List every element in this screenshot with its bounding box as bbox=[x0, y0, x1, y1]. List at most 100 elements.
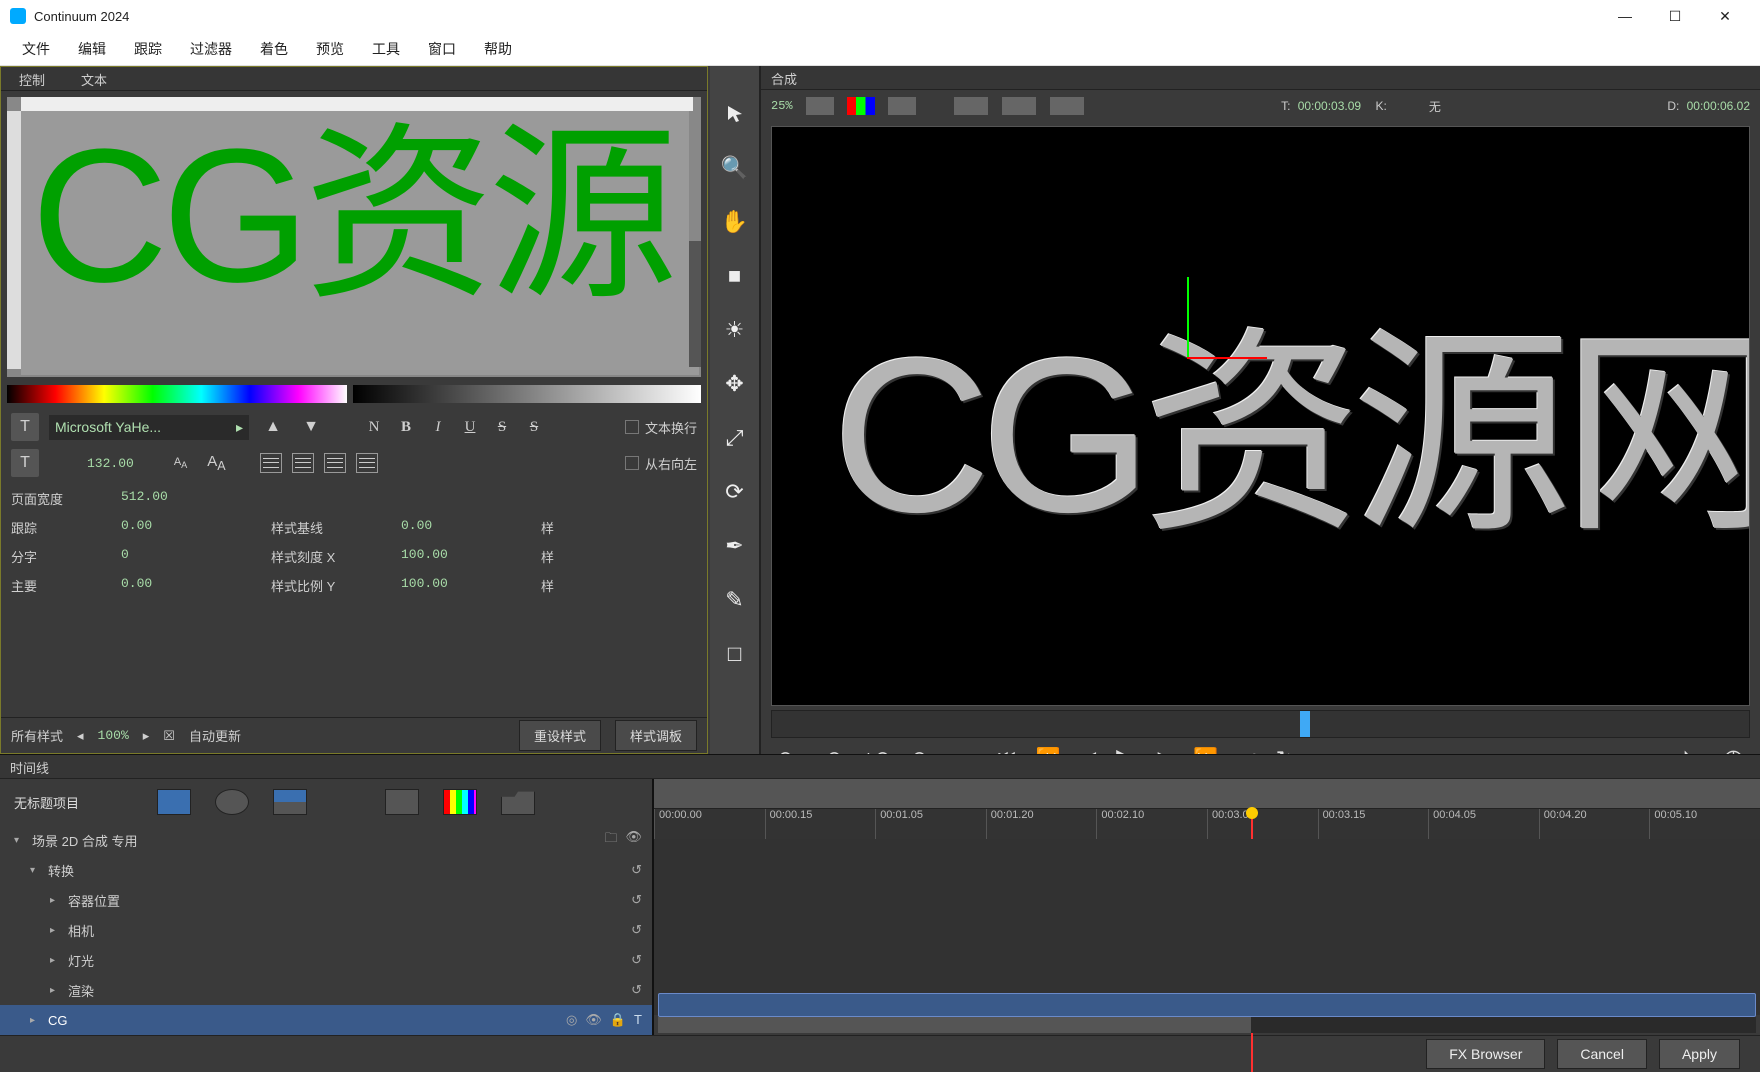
tree-folder-icon[interactable]: 🗀 bbox=[604, 829, 617, 851]
sphere-mode-icon[interactable] bbox=[215, 789, 249, 815]
font-size-field[interactable]: 132.00 bbox=[87, 456, 134, 471]
reset-icon[interactable]: ↺ bbox=[631, 862, 642, 878]
target-icon[interactable]: ◎ bbox=[566, 1012, 577, 1028]
channel-a-icon[interactable] bbox=[888, 97, 916, 115]
align-left[interactable] bbox=[260, 453, 282, 473]
pencil-icon[interactable]: ✎ bbox=[717, 582, 753, 618]
viewer-scrubber[interactable] bbox=[771, 710, 1750, 738]
solid-icon[interactable] bbox=[385, 789, 419, 815]
style-underline[interactable]: U bbox=[459, 419, 481, 436]
work-area-bar[interactable] bbox=[654, 779, 1760, 809]
display-mode-icon[interactable] bbox=[954, 97, 988, 115]
tree-cg-layer[interactable]: CG bbox=[48, 1013, 68, 1028]
timeline-scrollbar[interactable] bbox=[658, 1017, 1756, 1033]
list-mode-icon[interactable] bbox=[273, 789, 307, 815]
viewer[interactable]: CG资源网 bbox=[771, 126, 1750, 706]
zoom-icon[interactable]: 🔍 bbox=[717, 150, 753, 186]
menu-filter[interactable]: 过滤器 bbox=[176, 35, 246, 63]
auto-update-check[interactable]: ☒ bbox=[163, 728, 175, 744]
folder-icon[interactable] bbox=[501, 789, 535, 815]
size-up-icon[interactable]: ▲ bbox=[259, 413, 287, 441]
reset-style-button[interactable]: 重设样式 bbox=[519, 720, 601, 751]
menu-track[interactable]: 跟踪 bbox=[120, 35, 176, 63]
scale-icon[interactable]: ⤢ bbox=[717, 420, 753, 456]
hue-slider[interactable] bbox=[7, 385, 347, 403]
menu-file[interactable]: 文件 bbox=[8, 35, 64, 63]
move-icon[interactable]: ✥ bbox=[717, 366, 753, 402]
viewer-zoom[interactable]: 25% bbox=[771, 99, 793, 113]
tree-light[interactable]: 灯光 bbox=[68, 951, 94, 970]
time-ruler[interactable]: 00:00.00 00:00.15 00:01.05 00:01.20 00:0… bbox=[654, 809, 1760, 839]
close-button[interactable]: ✕ bbox=[1700, 0, 1750, 32]
tree-transform[interactable]: 转换 bbox=[48, 861, 74, 880]
canvas-scrollbar[interactable] bbox=[689, 111, 701, 367]
grid-icon[interactable] bbox=[1050, 97, 1084, 115]
tree-head[interactable]: 场景 2D 合成 专用 bbox=[32, 831, 137, 850]
style-normal[interactable]: N bbox=[363, 419, 385, 436]
tree-eye-icon[interactable]: 👁 bbox=[625, 829, 642, 851]
tab-control[interactable]: 控制 bbox=[1, 67, 63, 90]
panel-zoom[interactable]: 100% bbox=[98, 728, 129, 743]
size-small-icon[interactable]: AA bbox=[174, 456, 187, 470]
tab-text[interactable]: 文本 bbox=[63, 67, 125, 90]
reset-icon[interactable]: ↺ bbox=[631, 982, 642, 998]
menu-shade[interactable]: 着色 bbox=[246, 35, 302, 63]
colorbars-icon[interactable] bbox=[443, 789, 477, 815]
rect-icon[interactable]: □ bbox=[717, 636, 753, 672]
align-right[interactable] bbox=[324, 453, 346, 473]
size-down-icon[interactable]: ▼ bbox=[297, 413, 325, 441]
tracks-area[interactable] bbox=[654, 839, 1760, 1015]
wrap-checkbox[interactable] bbox=[625, 420, 639, 434]
font-family-dropdown[interactable]: Microsoft YaHe...▸ bbox=[49, 415, 249, 440]
luminance-slider[interactable] bbox=[353, 385, 701, 403]
channel-y-icon[interactable] bbox=[806, 97, 834, 115]
maximize-button[interactable]: ☐ bbox=[1650, 0, 1700, 32]
reset-icon[interactable]: ↺ bbox=[631, 922, 642, 938]
style-palette-button[interactable]: 样式调板 bbox=[615, 720, 697, 751]
minimize-button[interactable]: — bbox=[1600, 0, 1650, 32]
menu-window[interactable]: 窗口 bbox=[414, 35, 470, 63]
leading-field[interactable]: 0.00 bbox=[121, 576, 271, 595]
tree-camera[interactable]: 相机 bbox=[68, 921, 94, 940]
safe-area-icon[interactable] bbox=[1002, 97, 1036, 115]
style-italic[interactable]: I bbox=[427, 419, 449, 436]
style-base-field[interactable]: 0.00 bbox=[401, 518, 541, 537]
text-layer-icon[interactable]: T bbox=[634, 1012, 642, 1028]
style-strike2[interactable]: S bbox=[523, 419, 545, 436]
text-canvas[interactable]: CG资源 bbox=[7, 97, 701, 377]
light-icon[interactable]: ☀ bbox=[717, 312, 753, 348]
tracking-field[interactable]: 0.00 bbox=[121, 518, 271, 537]
kerning-field[interactable]: 0 bbox=[121, 547, 271, 566]
menu-tools[interactable]: 工具 bbox=[358, 35, 414, 63]
pointer-icon[interactable] bbox=[717, 96, 753, 132]
text-style-icon[interactable]: T bbox=[11, 449, 39, 477]
reset-icon[interactable]: ↺ bbox=[631, 952, 642, 968]
align-justify[interactable] bbox=[356, 453, 378, 473]
pan-icon[interactable]: ✋ bbox=[717, 204, 753, 240]
menu-help[interactable]: 帮助 bbox=[470, 35, 526, 63]
cg-clip[interactable] bbox=[658, 993, 1756, 1017]
page-width-field[interactable]: 512.00 bbox=[121, 489, 271, 508]
cancel-button[interactable]: Cancel bbox=[1557, 1039, 1647, 1069]
tree-render[interactable]: 渲染 bbox=[68, 981, 94, 1000]
style-bold[interactable]: B bbox=[395, 419, 417, 436]
style-scale-y-field[interactable]: 100.00 bbox=[401, 576, 541, 595]
editable-text[interactable]: CG资源 bbox=[31, 121, 672, 311]
reset-icon[interactable]: ↺ bbox=[631, 892, 642, 908]
size-large-icon[interactable]: AA bbox=[207, 453, 225, 473]
menu-edit[interactable]: 编辑 bbox=[64, 35, 120, 63]
style-strike[interactable]: S bbox=[491, 419, 513, 436]
channel-rgb-icon[interactable] bbox=[847, 97, 875, 115]
fx-browser-button[interactable]: FX Browser bbox=[1426, 1039, 1545, 1069]
menu-preview[interactable]: 预览 bbox=[302, 35, 358, 63]
tree-container-pos[interactable]: 容器位置 bbox=[68, 891, 120, 910]
pen-icon[interactable]: ✒ bbox=[717, 528, 753, 564]
scrubber-handle[interactable] bbox=[1300, 711, 1310, 737]
lock-icon[interactable]: 🔒 bbox=[610, 1012, 626, 1028]
rtl-checkbox[interactable] bbox=[625, 456, 639, 470]
rotate-icon[interactable]: ⟳ bbox=[717, 474, 753, 510]
align-center[interactable] bbox=[292, 453, 314, 473]
camera-icon[interactable]: ■ bbox=[717, 258, 753, 294]
layer-mode-icon[interactable] bbox=[157, 789, 191, 815]
eye-icon[interactable]: 👁 bbox=[585, 1012, 602, 1028]
